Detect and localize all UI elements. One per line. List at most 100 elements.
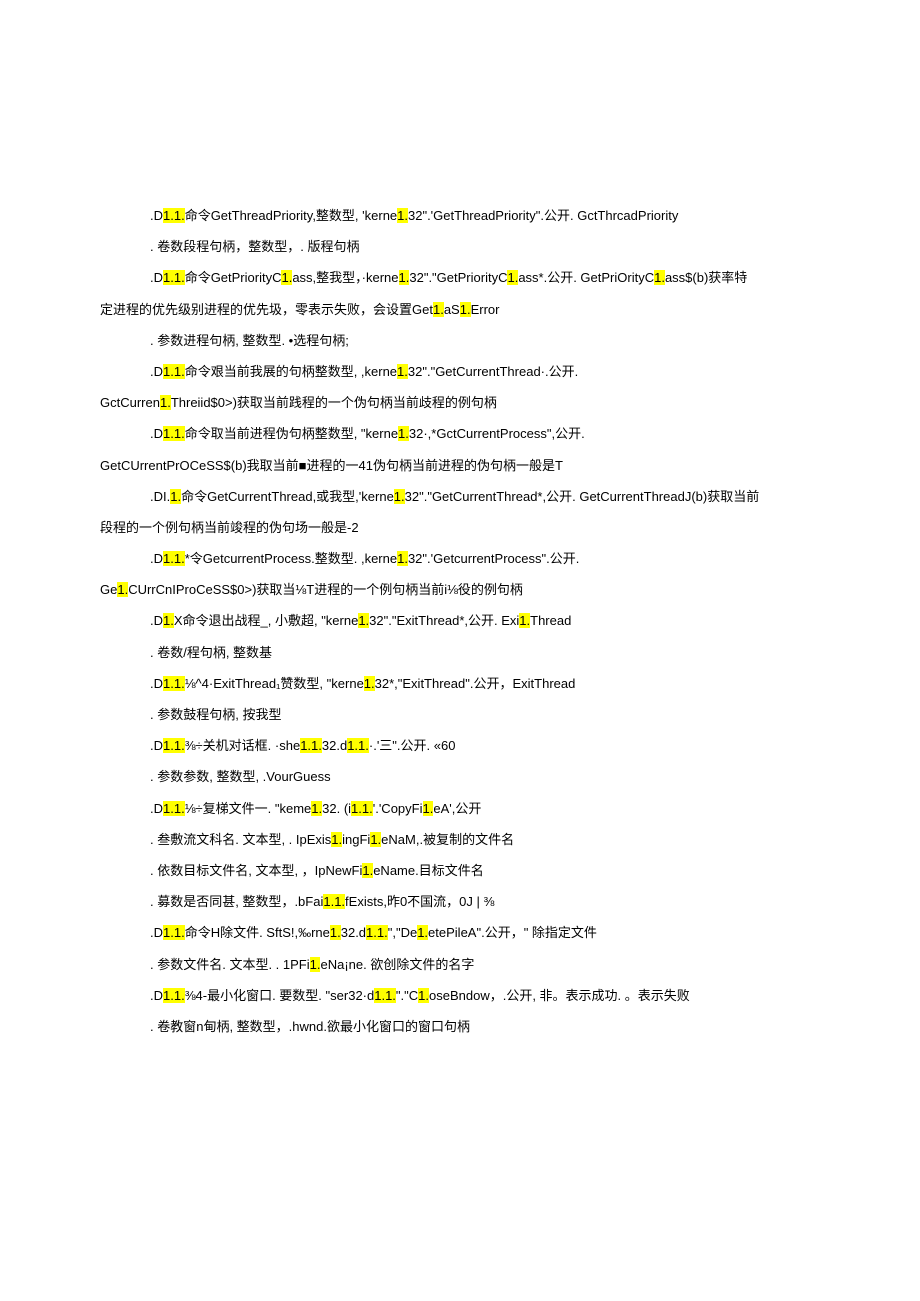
text-run: . 参数鼓程句柄, 按我型 <box>150 707 281 722</box>
text-run: aS <box>444 302 460 317</box>
code-line: GctCurren1.Threiid$0>)获取当前践程的一个伪句柄当前歧程的例… <box>100 387 820 418</box>
highlighted-text: 1. <box>397 551 408 566</box>
highlighted-text: 1.1. <box>163 426 185 441</box>
text-run: ⅜÷关机对话框. ·she <box>185 738 301 753</box>
highlighted-text: 1.1. <box>163 925 185 940</box>
text-run: ass$(b)获率特 <box>665 270 747 285</box>
code-line: GetCUrrentPrOCeSS$(b)我取当前■进程的一41伪句柄当前进程的… <box>100 450 820 481</box>
highlighted-text: 1.1. <box>163 270 185 285</box>
text-run: .D <box>150 208 163 223</box>
code-line: .D1.X命令退出战程_, 小敷超, "kerne1.32"."ExitThre… <box>100 605 820 636</box>
text-run: . 募数是否同甚, 整数型，.bFai <box>150 894 323 909</box>
highlighted-text: 1. <box>117 582 128 597</box>
text-run: ⅛÷复梯文件一. "keme <box>185 801 312 816</box>
text-run: etePileA".公开，" 除指定文件 <box>428 925 597 940</box>
text-run: . 依数目标文件名, 文本型, ，IpNewFi <box>150 863 362 878</box>
highlighted-text: 1. <box>163 613 174 628</box>
highlighted-text: 1.1. <box>163 676 185 691</box>
highlighted-text: 1.1. <box>351 801 373 816</box>
highlighted-text: 1. <box>310 957 321 972</box>
code-line: . 卷教窗n甸柄, 整数型，.hwnd.欲最小化窗口的窗口句柄 <box>100 1011 820 1042</box>
code-line: .D1.1.命令艰当前我展的句柄整数型, ,kerne1.32"."GetCur… <box>100 356 820 387</box>
highlighted-text: 1. <box>399 270 410 285</box>
code-line: . 参数鼓程句柄, 按我型 <box>100 699 820 730</box>
text-run: '.'CopyFi <box>373 801 423 816</box>
text-run: . 卷教窗n甸柄, 整数型，.hwnd.欲最小化窗口的窗口句柄 <box>150 1019 470 1034</box>
highlighted-text: 1. <box>362 863 373 878</box>
text-run: 定进程的优先级别进程的优先圾，零表示失败，会设置Get <box>100 302 433 317</box>
text-run: Threiid$0>)获取当前践程的一个伪句柄当前歧程的例句柄 <box>171 395 497 410</box>
text-run: ⅜4-最小化窗口. 要数型. "ser32·d <box>185 988 375 1003</box>
highlighted-text: 1. <box>654 270 665 285</box>
text-run: 32"."GetCurrentThread·.公开. <box>408 364 578 379</box>
highlighted-text: 1.1. <box>347 738 369 753</box>
text-run: 32.d <box>341 925 366 940</box>
code-line: .D1.1.命令取当前进程伪句柄整数型, "kerne1.32·,*GctCur… <box>100 418 820 449</box>
highlighted-text: 1. <box>331 832 342 847</box>
text-run: eNa¡ne. 欲创除文件的名字 <box>320 957 474 972</box>
text-run: 段程的一个例句柄当前竣程的伪句场一般是-2 <box>100 520 359 535</box>
code-line: . 卷数/程句柄, 整数基 <box>100 637 820 668</box>
text-run: 命令GetThreadPriority,整数型, 'kerne <box>185 208 397 223</box>
code-line: . 卷数段程句柄，整数型，. 版程句柄 <box>100 231 820 262</box>
code-line: .DI.1.命令GetCurrentThread,或我型,'kerne1.32"… <box>100 481 820 512</box>
text-run: CUrrCnIProCeSS$0>)获取当⅛T进程的一个例句柄当前i⅛役的例句柄 <box>128 582 523 597</box>
code-line: .D1.1.⅛^4·ExitThread₁赞数型, "kerne1.32*,"E… <box>100 668 820 699</box>
text-run: 32·,*GctCurrentProcess",公开. <box>409 426 585 441</box>
text-run: .D <box>150 551 163 566</box>
document-body: .D1.1.命令GetThreadPriority,整数型, 'kerne1.3… <box>100 200 820 1042</box>
text-run: .D <box>150 364 163 379</box>
highlighted-text: 1.1. <box>374 988 396 1003</box>
text-run: . 叁敷流文科名. 文本型, . IpExis <box>150 832 331 847</box>
highlighted-text: 1.1. <box>163 364 185 379</box>
text-run: 32"."GetPriorityC <box>409 270 507 285</box>
code-line: .D1.1.⅜÷关机对话框. ·she1.1.32.d1.1.·.'三".公开.… <box>100 730 820 761</box>
text-run: 命令GetCurrentThread,或我型,'kerne <box>181 489 394 504</box>
text-run: 命令GetPriorityC <box>185 270 282 285</box>
text-run: 命令取当前进程伪句柄整数型, "kerne <box>185 426 398 441</box>
text-run: .D <box>150 426 163 441</box>
text-run: 命令艰当前我展的句柄整数型, ,kerne <box>185 364 397 379</box>
text-run: 32".'GetThreadPriority".公开. GctThrcadPri… <box>408 208 678 223</box>
code-line: . 依数目标文件名, 文本型, ，IpNewFi1.eName.目标文件名 <box>100 855 820 886</box>
highlighted-text: 1. <box>358 613 369 628</box>
text-run: 32.d <box>322 738 347 753</box>
text-run: .D <box>150 613 163 628</box>
code-line: .D1.1.命令GetThreadPriority,整数型, 'kerne1.3… <box>100 200 820 231</box>
highlighted-text: 1.1. <box>366 925 388 940</box>
text-run: ass,整我型，·kerne <box>292 270 398 285</box>
code-line: . 叁敷流文科名. 文本型, . IpExis1.ingFi1.eNaM,.被复… <box>100 824 820 855</box>
text-run: "."C <box>396 988 418 1003</box>
text-run: .D <box>150 801 163 816</box>
text-run: . 卷数/程句柄, 整数基 <box>150 645 272 660</box>
highlighted-text: 1.1. <box>163 988 185 1003</box>
text-run: ","De <box>388 925 417 940</box>
text-run: .DI. <box>150 489 170 504</box>
highlighted-text: 1.1. <box>163 801 185 816</box>
text-run: 32"."ExitThread*,公开. Exi <box>369 613 519 628</box>
highlighted-text: 1. <box>170 489 181 504</box>
text-run: . 参数进程句柄, 整数型. •选程句柄; <box>150 333 349 348</box>
highlighted-text: 1. <box>507 270 518 285</box>
highlighted-text: 1. <box>364 676 375 691</box>
highlighted-text: 1. <box>460 302 471 317</box>
code-line: .D1.1.命令GetPriorityC1.ass,整我型，·kerne1.32… <box>100 262 820 293</box>
code-line: .D1.1.命令H除文件. SftS!,‰rne1.32.d1.1.","De1… <box>100 917 820 948</box>
text-run: .D <box>150 676 163 691</box>
code-line: .D1.1.⅜4-最小化窗口. 要数型. "ser32·d1.1."."C1.o… <box>100 980 820 1011</box>
text-run: . 参数文件名. 文本型. . 1PFi <box>150 957 310 972</box>
text-run: *令GetcurrentProcess.整数型. ,kerne <box>185 551 397 566</box>
code-line: . 参数参数, 整数型, .VourGuess <box>100 761 820 792</box>
highlighted-text: 1. <box>397 208 408 223</box>
text-run: . 参数参数, 整数型, .VourGuess <box>150 769 331 784</box>
highlighted-text: 1. <box>281 270 292 285</box>
code-line: .D1.1.⅛÷复梯文件一. "keme1.32. (i1.1.'.'CopyF… <box>100 793 820 824</box>
highlighted-text: 1.1. <box>323 894 345 909</box>
text-run: ass*.公开. GetPriOrityC <box>518 270 654 285</box>
highlighted-text: 1.1. <box>163 208 185 223</box>
highlighted-text: 1. <box>418 988 429 1003</box>
text-run: GctCurren <box>100 395 160 410</box>
highlighted-text: 1. <box>330 925 341 940</box>
text-run: .D <box>150 270 163 285</box>
text-run: oseBndow，.公开, 非。表示成功. 。表示失败 <box>429 988 690 1003</box>
